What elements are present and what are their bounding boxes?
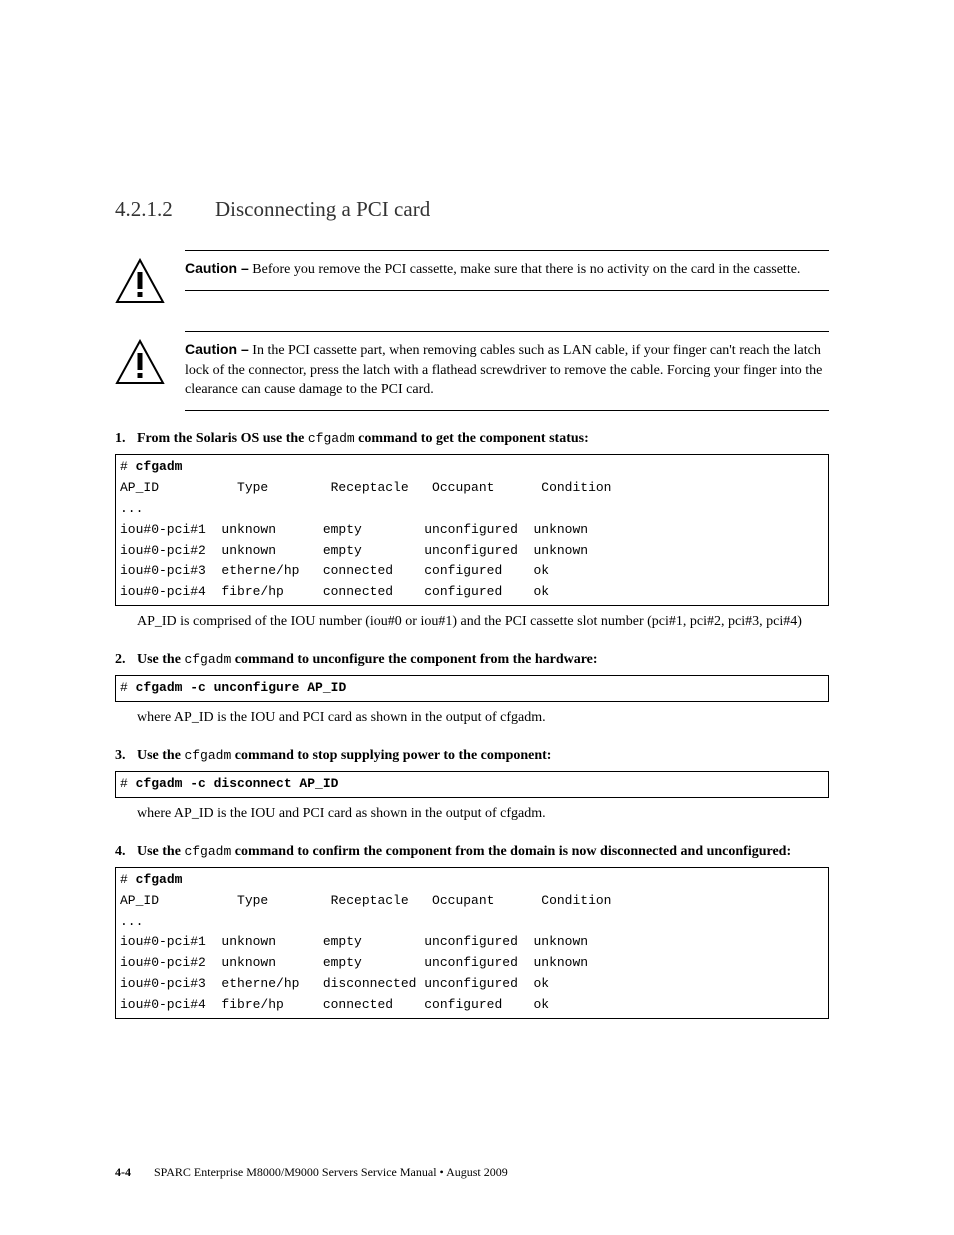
step: 3. Use the cfgadm command to stop supply…: [115, 746, 829, 766]
note: where AP_ID is the IOU and PCI card as s…: [137, 804, 829, 824]
code-row: iou#0-pci#3 etherne/hp connected configu…: [120, 563, 549, 578]
step-cmd: cfgadm: [184, 652, 231, 667]
code-row: iou#0-pci#1 unknown empty unconfigured u…: [120, 522, 588, 537]
page-footer: 4-4 SPARC Enterprise M8000/M9000 Servers…: [115, 1164, 508, 1181]
caution-label: Caution –: [185, 341, 249, 357]
step-text: Use the cfgadm command to unconfigure th…: [137, 650, 829, 670]
step-post: command to get the component status:: [355, 431, 589, 446]
step-cmd: cfgadm: [184, 844, 231, 859]
code-prompt: #: [120, 459, 136, 474]
caution-icon: [115, 250, 165, 311]
step-number: 3.: [115, 746, 137, 766]
step-post: command to confirm the component from th…: [231, 844, 791, 859]
step-number: 4.: [115, 842, 137, 862]
page-number: 4-4: [115, 1165, 131, 1179]
code-cmd: cfgadm: [136, 459, 183, 474]
step-pre: Use the: [137, 844, 184, 859]
step: 2. Use the cfgadm command to unconfigure…: [115, 650, 829, 670]
code-row: iou#0-pci#2 unknown empty unconfigured u…: [120, 955, 588, 970]
step-text: Use the cfgadm command to confirm the co…: [137, 842, 829, 862]
section-number: 4.2.1.2: [115, 195, 215, 224]
caution-icon: [115, 331, 165, 392]
code-ellipsis: ...: [120, 501, 143, 516]
code-cmd: cfgadm -c disconnect AP_ID: [136, 776, 339, 791]
code-prompt: #: [120, 776, 136, 791]
code-prompt: #: [120, 680, 136, 695]
section-heading: 4.2.1.2 Disconnecting a PCI card: [115, 195, 829, 224]
step: 1. From the Solaris OS use the cfgadm co…: [115, 429, 829, 449]
caution-body: Caution – In the PCI cassette part, when…: [185, 331, 829, 411]
step-text: From the Solaris OS use the cfgadm comma…: [137, 429, 829, 449]
step: 4. Use the cfgadm command to confirm the…: [115, 842, 829, 862]
code-block: # cfgadm AP_ID Type Receptacle Occupant …: [115, 454, 829, 606]
note: where AP_ID is the IOU and PCI card as s…: [137, 708, 829, 728]
code-prompt: #: [120, 872, 136, 887]
footer-title: SPARC Enterprise M8000/M9000 Servers Ser…: [154, 1165, 508, 1179]
step-pre: From the Solaris OS use the: [137, 431, 308, 446]
step-post: command to stop supplying power to the c…: [231, 748, 551, 763]
code-cmd: cfgadm: [136, 872, 183, 887]
caution-label: Caution –: [185, 260, 249, 276]
section-title: Disconnecting a PCI card: [215, 195, 430, 224]
step-number: 2.: [115, 650, 137, 670]
caution-block: Caution – In the PCI cassette part, when…: [115, 331, 829, 411]
code-row: iou#0-pci#2 unknown empty unconfigured u…: [120, 543, 588, 558]
code-cmd: cfgadm -c unconfigure AP_ID: [136, 680, 347, 695]
step-cmd: cfgadm: [184, 748, 231, 763]
page: 4.2.1.2 Disconnecting a PCI card Caution…: [0, 0, 954, 1235]
code-row: iou#0-pci#4 fibre/hp connected configure…: [120, 584, 549, 599]
note: AP_ID is comprised of the IOU number (io…: [137, 612, 829, 632]
step-text: Use the cfgadm command to stop supplying…: [137, 746, 829, 766]
caution-text: In the PCI cassette part, when removing …: [185, 343, 822, 397]
code-ellipsis: ...: [120, 914, 143, 929]
code-row: iou#0-pci#3 etherne/hp disconnected unco…: [120, 976, 549, 991]
code-header: AP_ID Type Receptacle Occupant Condition: [120, 893, 611, 908]
caution-body: Caution – Before you remove the PCI cass…: [185, 250, 829, 291]
step-pre: Use the: [137, 652, 184, 667]
step-post: command to unconfigure the component fro…: [231, 652, 597, 667]
code-block: # cfgadm -c unconfigure AP_ID: [115, 675, 829, 702]
step-number: 1.: [115, 429, 137, 449]
step-cmd: cfgadm: [308, 431, 355, 446]
step-pre: Use the: [137, 748, 184, 763]
code-row: iou#0-pci#4 fibre/hp connected configure…: [120, 997, 549, 1012]
code-header: AP_ID Type Receptacle Occupant Condition: [120, 480, 611, 495]
code-block: # cfgadm -c disconnect AP_ID: [115, 771, 829, 798]
code-block: # cfgadm AP_ID Type Receptacle Occupant …: [115, 867, 829, 1019]
caution-text: Before you remove the PCI cassette, make…: [252, 262, 800, 277]
caution-block: Caution – Before you remove the PCI cass…: [115, 250, 829, 311]
code-row: iou#0-pci#1 unknown empty unconfigured u…: [120, 934, 588, 949]
